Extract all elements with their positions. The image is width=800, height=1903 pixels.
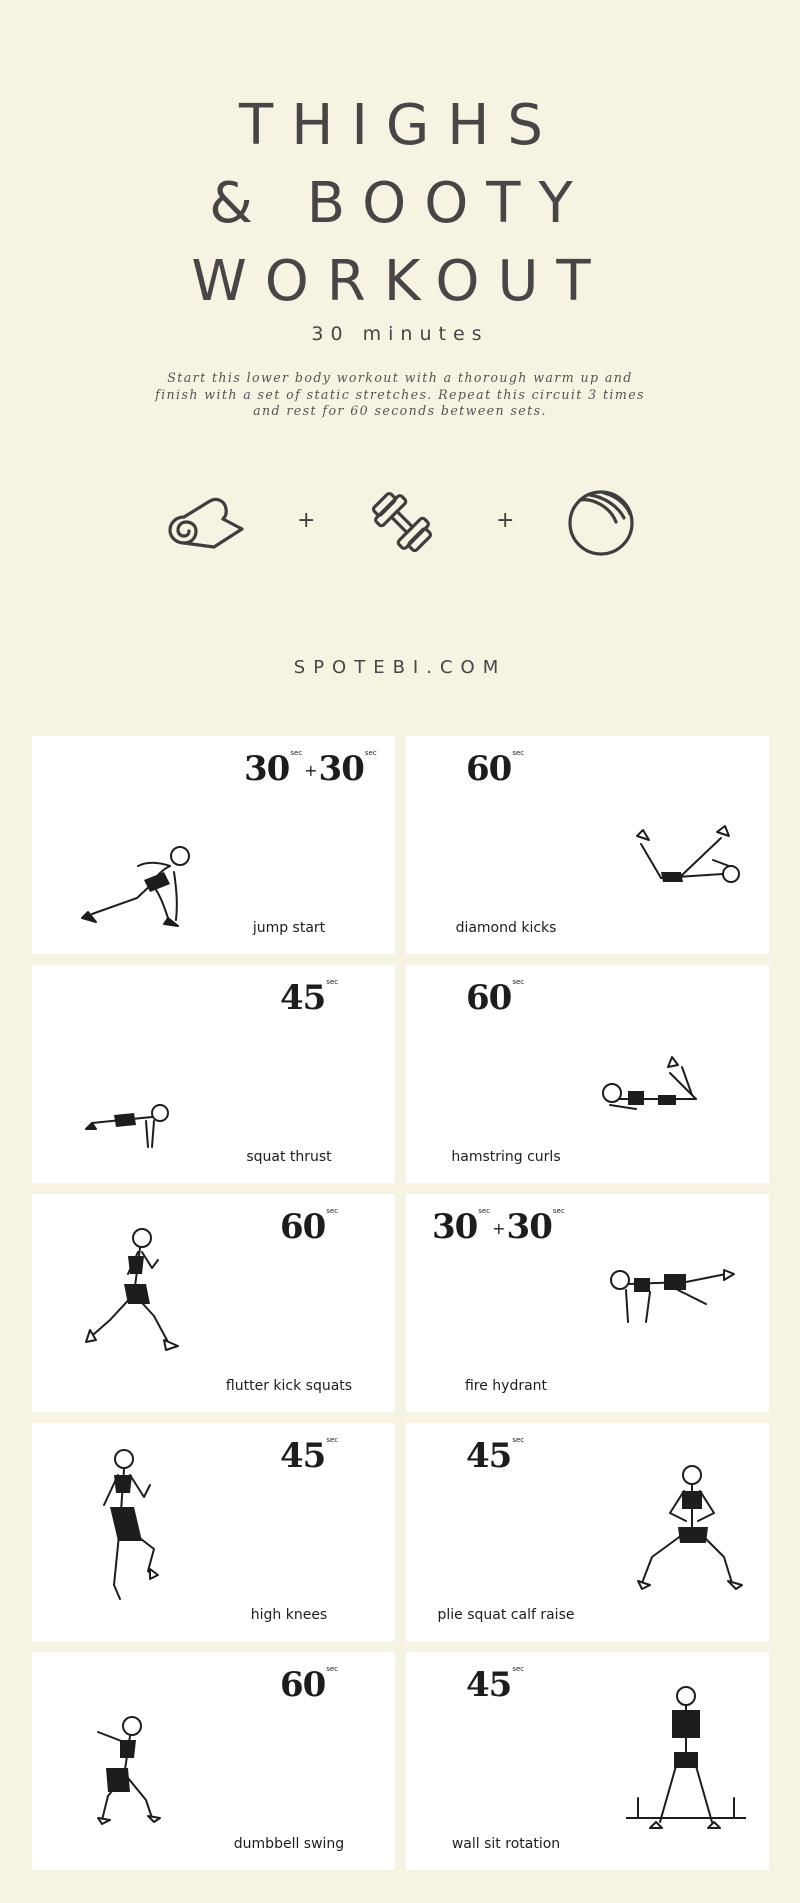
timer-value: 45 [280,978,326,1018]
exercise-card: 60sec diamond kicks [406,736,769,954]
workout-description: Start this lower body workout with a tho… [155,370,645,418]
timer-value: 60 [280,1665,326,1705]
exercise-name: flutter kick squats [225,1378,353,1394]
timer-value: 30 [318,749,365,789]
timer-value: 30 [432,1207,478,1247]
exercise-card: 60sec hamstring curls [406,965,769,1183]
exercise-figure-illustration [85,1104,169,1148]
dumbbell-icon [371,491,433,553]
timer-unit: sec [326,978,339,986]
exercise-timer: 45sec [466,1436,525,1476]
equipment-separator-2: + [496,508,515,533]
exercise-card: 30sec+30sec fire hydrant [406,1194,769,1412]
exercise-timer: 45sec [466,1665,525,1705]
exercise-card: 30sec+30sec jump start [32,736,395,954]
brand-website: SPOTEBI.COM [293,657,507,678]
exercise-figure-illustration [637,1465,743,1590]
equipment-separator-1: + [297,508,316,533]
exercise-figure-illustration [602,1056,697,1110]
page-title-line3: WORKOUT [191,249,609,314]
exercise-name: hamstring curls [451,1149,561,1165]
timer-unit: sec [478,1207,491,1215]
timer-value: 45 [466,1436,512,1476]
timer-unit: sec [512,978,525,986]
exercise-figure-illustration [103,1449,159,1600]
exercise-figure-illustration [610,1269,735,1323]
exercise-name: squat thrust [246,1149,332,1165]
exercise-figure-illustration [636,825,740,883]
page-title-line2: & BOOTY [209,171,591,236]
timer-value: 45 [466,1665,512,1705]
exercise-name: wall sit rotation [451,1836,561,1852]
exercise-name: plie squat calf raise [437,1607,575,1623]
exercise-name: dumbbell swing [233,1836,345,1852]
timer-value: 30 [244,749,290,789]
equipment-row: + + [0,478,800,568]
exercise-card: 60sec flutter kick squats [32,1194,395,1412]
timer-unit: sec [364,749,377,757]
exercise-timer: 60sec [280,1665,339,1705]
timer-plus: + [492,1219,505,1238]
timer-value: 30 [506,1207,553,1247]
exercise-card: 45sec plie squat calf raise [406,1423,769,1641]
exercise-name: fire hydrant [464,1378,548,1394]
timer-unit: sec [512,1436,525,1444]
timer-unit: sec [326,1665,339,1673]
exercise-timer: 30sec+30sec [244,749,377,789]
exercise-ball-icon [568,490,634,556]
exercise-figure-illustration [626,1686,746,1829]
timer-plus: + [304,761,317,780]
exercise-timer: 60sec [466,749,525,789]
exercise-name: jump start [252,920,326,936]
timer-unit: sec [512,1665,525,1673]
exercise-name: high knees [250,1607,328,1623]
exercise-timer: 30sec+30sec [432,1207,565,1247]
workout-duration: 30 minutes [311,323,489,345]
exercise-card: 45sec wall sit rotation [406,1652,769,1870]
exercise-card: 45sec high knees [32,1423,395,1641]
exercise-figure-illustration [81,846,190,927]
timer-unit: sec [552,1207,565,1215]
timer-unit: sec [326,1436,339,1444]
timer-unit: sec [326,1207,339,1215]
exercise-figure-illustration [85,1228,179,1351]
page-title-line1: THIGHS [239,93,561,158]
exercise-card: 60sec dumbbell swing [32,1652,395,1870]
yoga-mat-icon [168,497,244,549]
timer-unit: sec [290,749,303,757]
timer-value: 60 [466,978,512,1018]
exercise-timer: 60sec [466,978,525,1018]
timer-unit: sec [512,749,525,757]
timer-value: 60 [466,749,512,789]
timer-value: 45 [280,1436,326,1476]
exercise-figure-illustration [97,1716,161,1825]
exercise-name: diamond kicks [455,920,557,936]
exercise-timer: 45sec [280,978,339,1018]
exercise-timer: 60sec [280,1207,339,1247]
exercise-card: 45sec squat thrust [32,965,395,1183]
exercise-timer: 45sec [280,1436,339,1476]
timer-value: 60 [280,1207,326,1247]
